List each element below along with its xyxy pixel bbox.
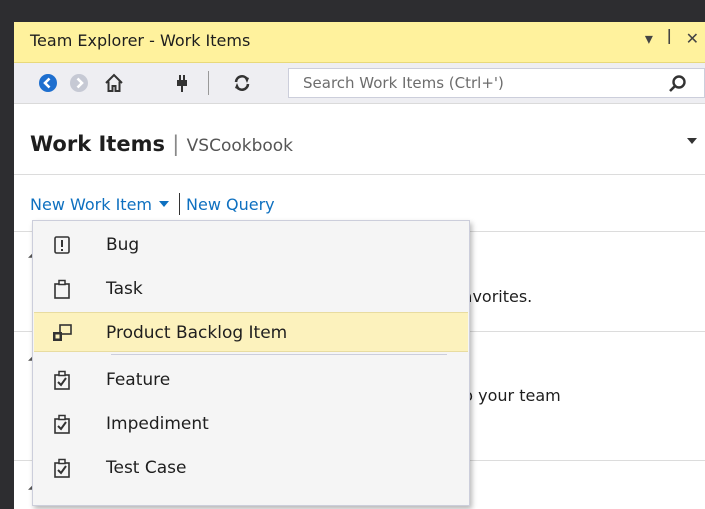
- team-explorer-panel: Team Explorer - Work Items ▾ ꟾ ✕ Search …: [14, 22, 705, 509]
- page-title: Work Items | VSCookbook: [30, 132, 293, 156]
- menu-item-feature[interactable]: Feature: [34, 360, 468, 400]
- project-name[interactable]: VSCookbook: [187, 136, 293, 156]
- task-icon: [51, 278, 73, 300]
- menu-item-product-backlog-item[interactable]: Product Backlog Item: [34, 312, 468, 352]
- back-icon[interactable]: [36, 71, 60, 95]
- page-title-separator: |: [172, 132, 180, 156]
- search-input[interactable]: [301, 73, 635, 93]
- chevron-down-icon[interactable]: [159, 201, 170, 207]
- impediment-icon: [51, 413, 73, 435]
- team-hint-text: to your team: [457, 386, 561, 405]
- toolbar: [14, 63, 705, 104]
- action-separator: [179, 193, 181, 215]
- new-query-link[interactable]: New Query: [186, 195, 275, 214]
- menu-item-label: Bug: [106, 235, 140, 255]
- pin-icon[interactable]: ꟾ: [667, 29, 672, 48]
- window-title: Team Explorer - Work Items: [30, 31, 251, 50]
- home-icon[interactable]: [102, 71, 126, 95]
- menu-item-label: Impediment: [106, 414, 209, 434]
- menu-item-bug[interactable]: Bug: [34, 225, 468, 265]
- menu-item-impediment[interactable]: Impediment: [34, 404, 468, 444]
- new-work-item-link[interactable]: New Work Item: [30, 195, 152, 214]
- page-dropdown-icon[interactable]: [687, 138, 697, 144]
- toolbar-separator: [208, 71, 209, 95]
- product-backlog-item-icon: [51, 322, 73, 344]
- divider: [14, 174, 705, 175]
- bug-icon: [51, 234, 73, 256]
- feature-icon: [51, 369, 73, 391]
- close-icon[interactable]: ✕: [686, 29, 699, 48]
- menu-item-label: Test Case: [106, 458, 187, 478]
- new-work-item-menu: Bug Task Product Backlog Item Feature Im…: [32, 220, 470, 506]
- page-title-text: Work Items: [30, 132, 165, 156]
- actions-row: New Work Item New Query: [30, 193, 275, 215]
- window-dropdown-icon[interactable]: ▾: [645, 29, 653, 48]
- menu-item-label: Task: [106, 279, 143, 299]
- test-case-icon: [51, 457, 73, 479]
- menu-item-label: Product Backlog Item: [106, 323, 288, 343]
- title-bar: Team Explorer - Work Items ▾ ꟾ ✕: [14, 22, 705, 63]
- menu-item-task[interactable]: Task: [34, 269, 468, 309]
- connect-icon[interactable]: [170, 71, 194, 95]
- forward-icon[interactable]: [67, 71, 91, 95]
- refresh-icon[interactable]: [230, 71, 254, 95]
- menu-separator: [111, 354, 447, 355]
- menu-item-test-case[interactable]: Test Case: [34, 448, 468, 488]
- search-icon[interactable]: [667, 73, 689, 95]
- menu-item-label: Feature: [106, 370, 171, 390]
- search-box: [288, 68, 705, 98]
